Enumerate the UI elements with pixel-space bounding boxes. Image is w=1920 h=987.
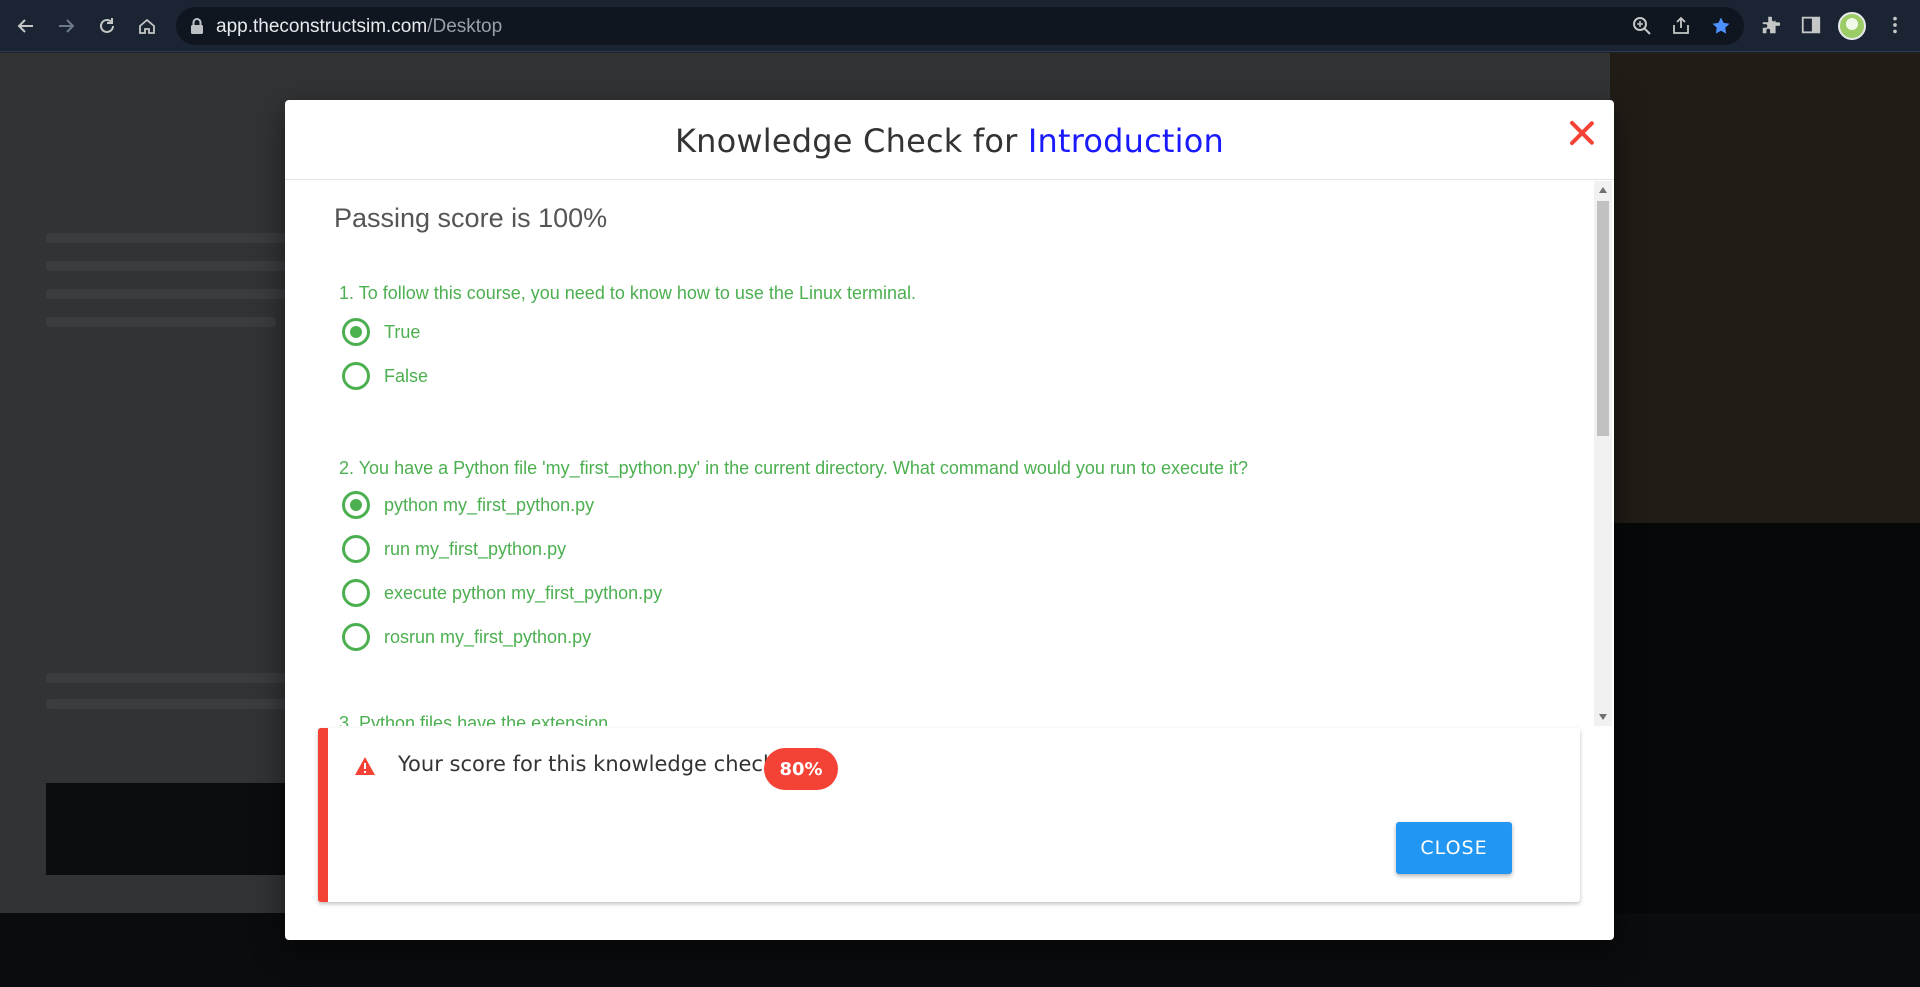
question-1-text: 1. To follow this course, you need to kn… xyxy=(339,283,916,303)
knowledge-check-modal: Knowledge Check for Introduction Passing… xyxy=(285,100,1614,940)
browser-toolbar: app.theconstructsim.com/Desktop xyxy=(0,0,1920,52)
star-icon[interactable] xyxy=(1711,16,1733,38)
score-alert: Your score for this knowledge check: 80%… xyxy=(318,728,1580,902)
q1-option-true[interactable]: True xyxy=(342,318,420,346)
score-badge: 80% xyxy=(764,748,838,790)
warning-icon xyxy=(355,757,375,775)
home-icon[interactable] xyxy=(131,10,163,42)
scroll-up-icon[interactable] xyxy=(1599,187,1607,193)
share-icon[interactable] xyxy=(1671,16,1693,38)
close-icon[interactable] xyxy=(1567,118,1597,148)
radio-selected-icon[interactable] xyxy=(342,491,370,519)
radio-unselected-icon[interactable] xyxy=(342,362,370,390)
q2-option-3[interactable]: execute python my_first_python.py xyxy=(342,579,662,607)
sidepanel-icon[interactable] xyxy=(1800,14,1824,38)
q1-option-false[interactable]: False xyxy=(342,362,428,390)
forward-icon[interactable] xyxy=(50,10,82,42)
address-bar[interactable]: app.theconstructsim.com/Desktop xyxy=(176,7,1744,45)
question-2-text: 2. You have a Python file 'my_first_pyth… xyxy=(339,458,1249,478)
reload-icon[interactable] xyxy=(91,10,123,42)
radio-unselected-icon[interactable] xyxy=(342,535,370,563)
q2-option-1[interactable]: python my_first_python.py xyxy=(342,491,594,519)
q2-option-4[interactable]: rosrun my_first_python.py xyxy=(342,623,591,651)
lock-icon[interactable] xyxy=(190,18,204,34)
modal-scrollbar[interactable] xyxy=(1594,181,1612,726)
back-icon[interactable] xyxy=(10,10,42,42)
scrollbar-thumb[interactable] xyxy=(1597,201,1609,436)
profile-avatar[interactable] xyxy=(1838,12,1866,40)
zoom-icon[interactable] xyxy=(1632,16,1654,38)
radio-selected-icon[interactable] xyxy=(342,318,370,346)
menu-icon[interactable] xyxy=(1884,14,1908,38)
url-text: app.theconstructsim.com/Desktop xyxy=(216,16,503,37)
question-3-text: 3. Python files have the extension xyxy=(339,713,609,726)
scroll-down-icon[interactable] xyxy=(1599,714,1607,720)
score-message: Your score for this knowledge check: xyxy=(398,752,783,776)
radio-unselected-icon[interactable] xyxy=(342,623,370,651)
modal-header: Knowledge Check for Introduction xyxy=(285,100,1614,180)
passing-score-text: Passing score is 100% xyxy=(334,203,608,233)
questions-scroll-area[interactable]: Passing score is 100% 1. To follow this … xyxy=(285,181,1614,726)
extensions-icon[interactable] xyxy=(1760,14,1784,38)
modal-title-highlight: Introduction xyxy=(1027,122,1225,160)
modal-title: Knowledge Check for Introduction xyxy=(674,122,1225,160)
close-button[interactable]: CLOSE xyxy=(1396,822,1512,874)
q2-option-2[interactable]: run my_first_python.py xyxy=(342,535,566,563)
radio-unselected-icon[interactable] xyxy=(342,579,370,607)
